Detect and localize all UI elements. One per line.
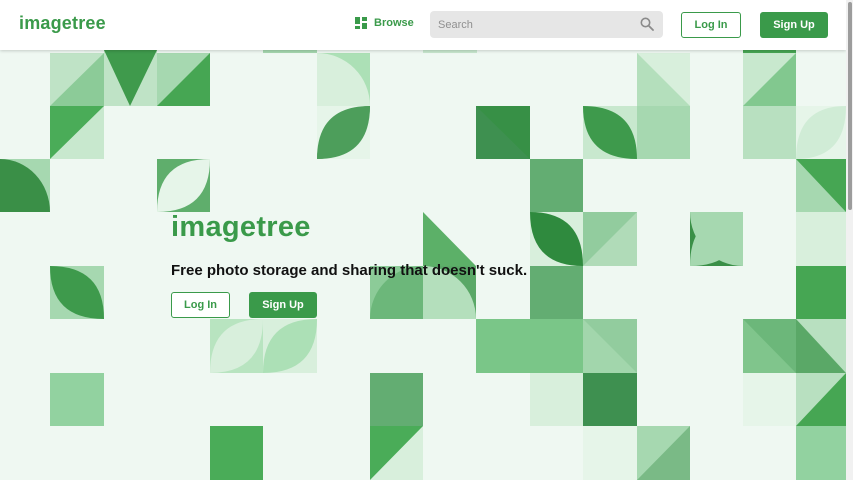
background-pattern bbox=[0, 45, 846, 480]
top-nav-bar: imagetree Browse Log In Sign Up bbox=[0, 0, 846, 50]
scrollbar-thumb[interactable] bbox=[848, 2, 852, 210]
grid-icon bbox=[355, 17, 367, 29]
header-login-button[interactable]: Log In bbox=[681, 12, 741, 38]
header-signup-button[interactable]: Sign Up bbox=[760, 12, 828, 38]
hero-title: imagetree bbox=[171, 211, 311, 243]
hero-signup-button[interactable]: Sign Up bbox=[249, 292, 317, 318]
search-box bbox=[430, 11, 663, 38]
browse-link[interactable]: Browse bbox=[355, 17, 414, 29]
site-logo[interactable]: imagetree bbox=[19, 13, 106, 34]
search-input[interactable] bbox=[430, 11, 630, 38]
hero-login-button[interactable]: Log In bbox=[171, 292, 230, 318]
search-icon[interactable] bbox=[640, 17, 654, 36]
hero-tagline: Free photo storage and sharing that does… bbox=[171, 262, 528, 279]
browse-label: Browse bbox=[374, 17, 414, 29]
